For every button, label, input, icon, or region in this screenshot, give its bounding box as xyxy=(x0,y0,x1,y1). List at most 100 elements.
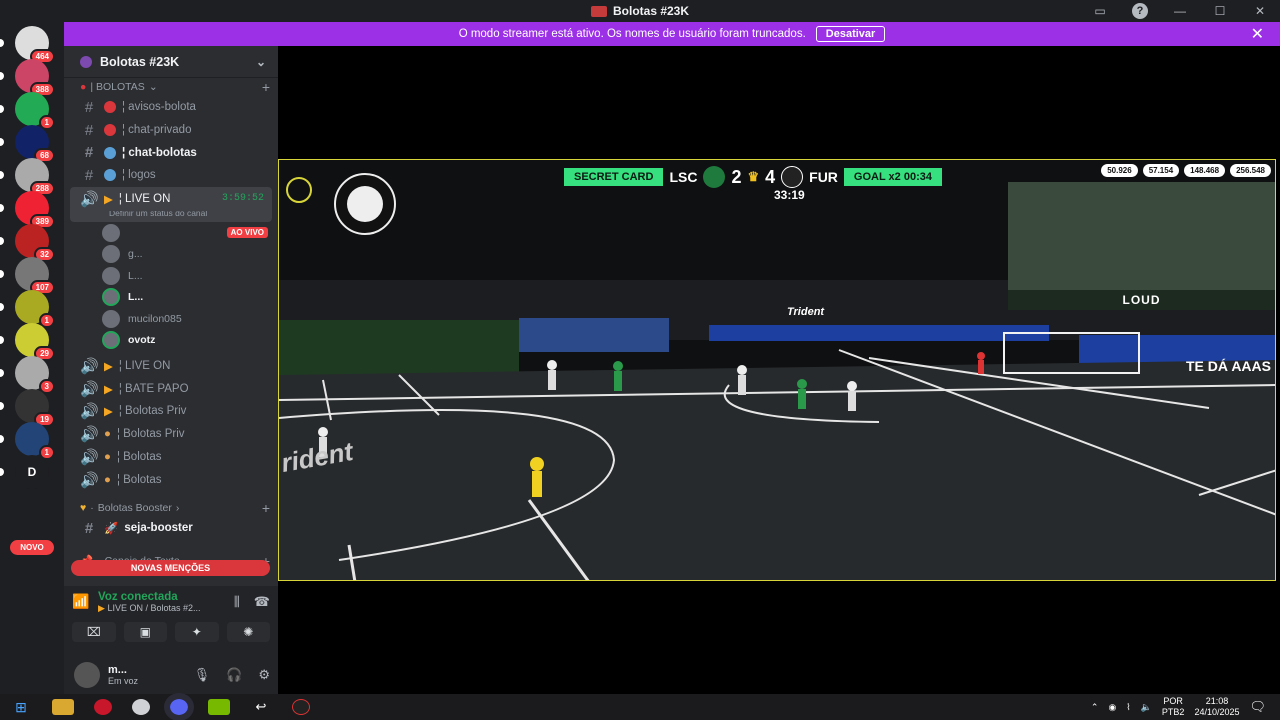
voice-user[interactable]: L... xyxy=(64,286,278,308)
speaker-icon: 🔊 xyxy=(80,190,99,208)
server-icon[interactable]: 1 xyxy=(15,290,55,328)
channel-avisos-bolota[interactable]: # ¦ avisos-bolota xyxy=(64,96,278,119)
help-icon[interactable]: ? xyxy=(1120,3,1160,19)
voice-channel[interactable]: 🔊 ▶ ¦ BATE PAPO xyxy=(64,377,278,400)
microphone-icon[interactable]: 🎙 xyxy=(194,667,211,683)
unread-pill xyxy=(0,237,4,245)
add-channel-icon[interactable]: + xyxy=(262,79,270,95)
disable-streamer-button[interactable]: Desativar xyxy=(815,26,886,42)
server-header[interactable]: Bolotas #23K ⌄ xyxy=(64,46,278,78)
channel-label: seja-booster xyxy=(124,522,193,535)
voice-user[interactable]: L... xyxy=(64,265,278,287)
live-badge: AO VIVO xyxy=(226,227,268,238)
voice-channel[interactable]: 🔊 ● ¦ Bolotas Priv xyxy=(64,423,278,446)
server-icon[interactable]: 107 xyxy=(15,257,55,295)
channel-seja-booster[interactable]: # 🚀 seja-booster xyxy=(64,517,278,540)
camera-off-button[interactable]: ⌧ xyxy=(72,622,116,642)
voice-channel[interactable]: 🔊 ● ¦ Bolotas xyxy=(64,468,278,491)
window-title: Bolotas #23K xyxy=(590,4,689,18)
close-banner-icon[interactable]: ✕ xyxy=(1251,24,1264,44)
server-icon[interactable]: 1 xyxy=(15,422,55,460)
nvidia-icon[interactable] xyxy=(208,699,230,715)
voice-channel[interactable]: 🔊 ● ¦ Bolotas xyxy=(64,446,278,469)
avatar[interactable] xyxy=(74,662,100,688)
novo-badge: NOVO xyxy=(10,540,54,555)
signal-icon[interactable]: 📶 xyxy=(72,593,90,611)
clock[interactable]: 21:08 24/10/2025 xyxy=(1194,696,1239,718)
voice-user[interactable]: g... xyxy=(64,243,278,265)
category-bolotas[interactable]: ● | BOLOTAS ⌄ + xyxy=(64,78,278,96)
volume-icon[interactable]: 🔈 xyxy=(1141,702,1152,713)
title-bar: Bolotas #23K ▭ ? — ☐ ✕ xyxy=(0,0,1280,22)
chevron-up-icon[interactable]: ⌃ xyxy=(1091,702,1099,713)
server-icon[interactable]: 3 xyxy=(15,356,55,394)
new-mentions-button[interactable]: NOVAS MENÇÕES xyxy=(71,560,270,576)
channel-sidebar: Bolotas #23K ⌄ ● | BOLOTAS ⌄ + # ¦ avisos… xyxy=(64,46,278,586)
crown-icon: ♛ xyxy=(747,169,760,184)
channel-chat-bolotas[interactable]: # ¦ chat-bolotas xyxy=(64,141,278,164)
headphones-icon[interactable]: 🎧 xyxy=(226,667,242,683)
maximize-button[interactable]: ☐ xyxy=(1200,4,1240,18)
notifications-icon[interactable]: 🗨 xyxy=(1249,699,1266,715)
server-icon[interactable]: 464 xyxy=(15,26,55,64)
noise-suppression-icon[interactable]: ⫼ xyxy=(234,594,240,610)
live-triangle-icon: ▶ xyxy=(104,193,113,206)
disconnect-icon[interactable]: ☎ xyxy=(254,594,270,610)
stream-view[interactable]: SECRET CARD LSC 2 ♛ 4 FUR GOAL x2 00:34 … xyxy=(278,159,1276,581)
channel-label: ¦ LIVE ON xyxy=(118,360,171,373)
minimize-button[interactable]: — xyxy=(1160,4,1200,18)
category-icon: ● xyxy=(80,81,87,93)
speaker-icon: 🔊 xyxy=(80,471,99,489)
team-away-logo-icon xyxy=(781,166,804,188)
help-icon-glyph: ? xyxy=(1132,3,1148,19)
channel-label: ¦ BATE PAPO xyxy=(118,382,189,395)
category-booster[interactable]: ♥ · Bolotas Booster › + xyxy=(64,499,278,517)
game-launcher-icon[interactable]: ↩ xyxy=(250,699,272,715)
server-icon[interactable]: 19 xyxy=(15,389,55,427)
activities-button[interactable]: ✦ xyxy=(175,622,219,642)
server-icon[interactable]: 1 xyxy=(15,92,55,130)
channel-emoji-icon xyxy=(104,146,116,159)
voice-channel-live-on[interactable]: 🔊 ▶ ¦ LIVE ON 3:59:52 xyxy=(70,186,272,211)
inbox-icon[interactable]: ▭ xyxy=(1080,4,1120,18)
server-icon[interactable]: 29 xyxy=(15,323,55,361)
server-logo-icon xyxy=(590,5,607,17)
voice-user-name: L... xyxy=(128,269,143,282)
close-window-button[interactable]: ✕ xyxy=(1240,4,1280,18)
screen-share-button[interactable]: ▣ xyxy=(123,622,167,642)
user-panel: 📶 Voz conectada ▶ LIVE ON / Bolotas #2..… xyxy=(64,586,278,694)
voice-channel-path[interactable]: ▶ LIVE ON / Bolotas #2... xyxy=(98,603,200,614)
opera-gx-icon[interactable] xyxy=(94,699,112,715)
voice-user[interactable]: AO VIVO xyxy=(64,222,278,244)
app-icon[interactable] xyxy=(132,699,150,715)
unread-pill xyxy=(0,402,4,410)
board-text-trident: Trident xyxy=(787,306,825,318)
app-icon-2[interactable] xyxy=(292,699,310,715)
server-icon[interactable]: 388 xyxy=(15,59,55,97)
windows-start-icon[interactable]: ⊞ xyxy=(10,699,32,715)
server-icon[interactable]: D xyxy=(15,455,49,489)
network-icon[interactable]: ◉ xyxy=(1108,702,1116,713)
server-icon[interactable]: 389 xyxy=(15,191,55,229)
voice-connected-label: Voz conectada xyxy=(98,590,178,603)
voice-channel[interactable]: 🔊 ▶ ¦ LIVE ON xyxy=(64,355,278,378)
voice-user[interactable]: ovotz xyxy=(64,329,278,351)
voice-user-name: mucilon085 xyxy=(128,312,182,325)
server-icon[interactable]: 288 xyxy=(15,158,55,196)
soundboard-button[interactable]: ✺ xyxy=(226,622,270,642)
channel-chat-privado[interactable]: # ¦ chat-privado xyxy=(64,119,278,142)
voice-channel[interactable]: 🔊 ▶ ¦ Bolotas Priv xyxy=(64,400,278,423)
file-explorer-icon[interactable] xyxy=(52,699,74,715)
server-icon[interactable]: 68 xyxy=(15,125,55,163)
channel-logos[interactable]: # ¦ logos xyxy=(64,164,278,187)
language-indicator[interactable]: POR PTB2 xyxy=(1162,696,1185,718)
avatar xyxy=(102,309,120,328)
add-channel-icon[interactable]: + xyxy=(262,500,270,516)
settings-gear-icon[interactable]: ⚙ xyxy=(258,667,270,683)
server-icon[interactable]: 32 xyxy=(15,224,55,262)
speaker-icon: 🔊 xyxy=(80,380,99,398)
user-status: Em voz xyxy=(108,676,139,686)
discord-taskbar-icon[interactable] xyxy=(164,693,194,720)
voice-user[interactable]: mucilon085 xyxy=(64,308,278,330)
wifi-icon[interactable]: ⌇ xyxy=(1126,702,1130,713)
